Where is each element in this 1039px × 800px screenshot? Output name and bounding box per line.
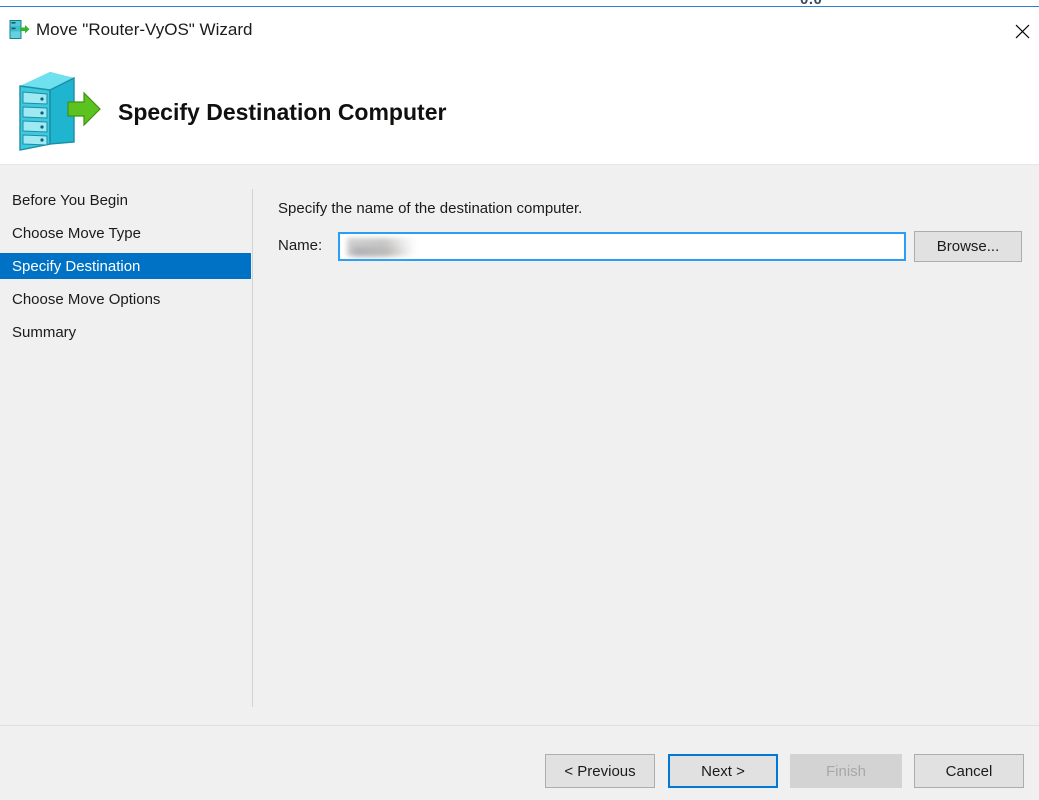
background-window-strip: 0.0 — [0, 0, 1039, 7]
sidebar-item-label: Summary — [12, 323, 77, 341]
move-server-icon — [9, 19, 30, 40]
close-icon[interactable] — [999, 15, 1039, 47]
move-wizard-window: Move "Router-VyOS" Wizard Specify Destin… — [0, 7, 1039, 800]
instruction-text: Specify the name of the destination comp… — [278, 200, 583, 217]
sidebar-item-choose-move-options[interactable]: Choose Move Options — [0, 286, 252, 312]
wizard-step-list: Before You Begin Choose Move Type Specif… — [0, 165, 252, 725]
next-button[interactable]: Next > — [668, 754, 778, 788]
window-title: Move "Router-VyOS" Wizard — [36, 20, 253, 39]
wizard-footer: < Previous Next > Finish Cancel — [0, 726, 1039, 800]
sidebar-item-before-you-begin[interactable]: Before You Begin — [0, 187, 252, 213]
name-field-container[interactable] — [338, 232, 906, 261]
server-move-arrow-icon — [12, 68, 102, 152]
sidebar-item-label: Specify Destination — [12, 257, 141, 275]
wizard-header-banner: Specify Destination Computer — [0, 58, 1039, 165]
name-input[interactable] — [340, 234, 904, 259]
sidebar-item-summary[interactable]: Summary — [0, 319, 252, 345]
title-bar: Move "Router-VyOS" Wizard — [0, 7, 1039, 58]
sidebar-item-specify-destination[interactable]: Specify Destination — [0, 253, 251, 279]
finish-button: Finish — [790, 754, 902, 788]
sidebar-item-label: Choose Move Type — [12, 224, 141, 242]
sidebar-item-choose-move-type[interactable]: Choose Move Type — [0, 220, 252, 246]
name-field-label: Name: — [278, 237, 323, 254]
page-title: Specify Destination Computer — [118, 99, 447, 125]
wizard-body: Before You Begin Choose Move Type Specif… — [0, 165, 1039, 725]
wizard-content-pane: Specify the name of the destination comp… — [252, 165, 1039, 725]
browse-button[interactable]: Browse... — [914, 231, 1022, 262]
sidebar-item-label: Before You Begin — [12, 191, 128, 209]
sidebar-item-label: Choose Move Options — [12, 290, 161, 308]
cancel-button[interactable]: Cancel — [914, 754, 1024, 788]
previous-button[interactable]: < Previous — [545, 754, 655, 788]
